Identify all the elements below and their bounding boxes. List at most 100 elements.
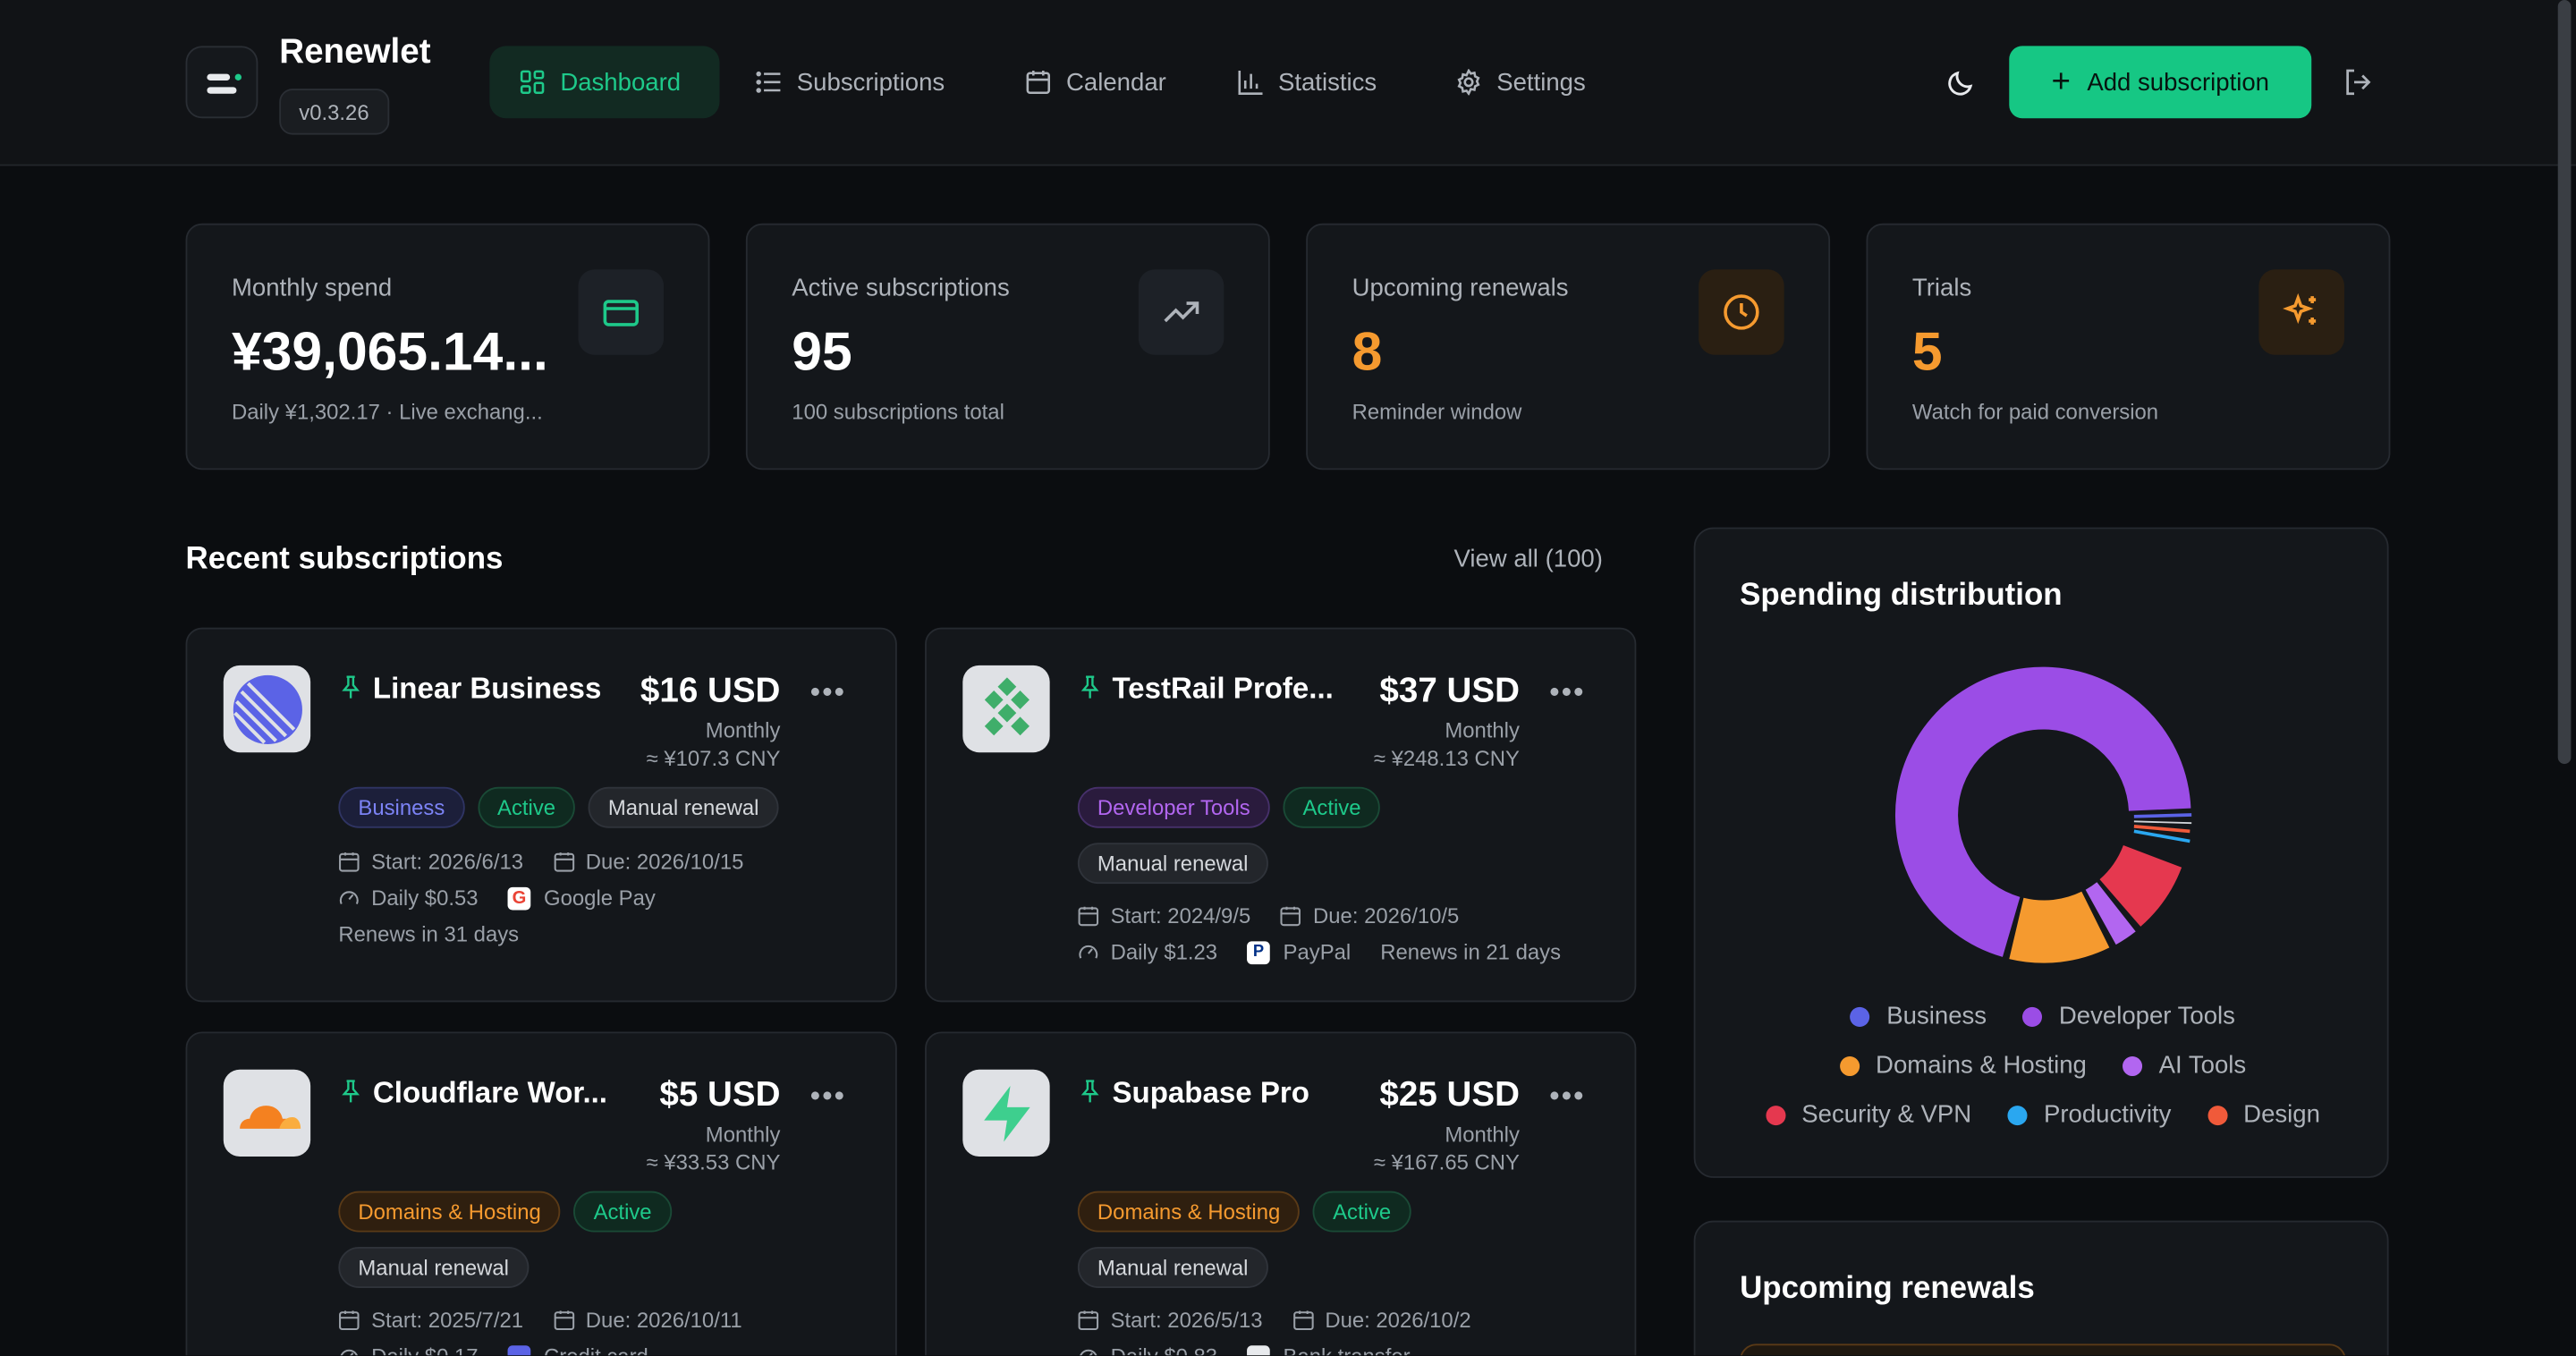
more-menu-icon[interactable]: ••• — [810, 1080, 846, 1114]
legend-row: Security & VPN Productivity Design — [1695, 1101, 2390, 1129]
nav-settings[interactable]: Settings — [1426, 46, 1615, 118]
legend-item-security-vpn[interactable]: Security & VPN — [1765, 1101, 1971, 1129]
pin-icon[interactable] — [340, 1080, 361, 1105]
cost-row: Daily $1.23 P PayPal Renews in 21 days — [1078, 939, 1562, 965]
category-tag[interactable]: Developer Tools — [1077, 786, 1270, 828]
subscription-name: Linear Business — [372, 672, 602, 705]
date-row: Start: 2024/9/5 Due: 2026/10/5 — [1078, 903, 1459, 928]
date-row: Start: 2026/5/13 Due: 2026/10/2 — [1078, 1308, 1471, 1333]
pin-icon[interactable] — [1080, 675, 1101, 700]
stat-subtext: Watch for paid conversion — [1911, 399, 2159, 424]
sparkles-icon — [2258, 269, 2344, 355]
legend-item-productivity[interactable]: Productivity — [2007, 1101, 2171, 1129]
subscription-card[interactable]: Cloudflare Wor... $5 USD Monthly ≈ ¥33.5… — [185, 1031, 897, 1356]
renewal-tag: Manual renewal — [338, 1247, 530, 1288]
nav-statistics[interactable]: Statistics — [1208, 46, 1406, 118]
add-subscription-button[interactable]: + Add subscription — [2009, 46, 2312, 119]
stat-monthly-spend: Monthly spend ¥39,065.14... Daily ¥1,302… — [185, 223, 710, 470]
gauge-icon — [1079, 945, 1098, 959]
pin-icon[interactable] — [340, 675, 361, 700]
start-date: Start: 2026/5/13 — [1110, 1308, 1263, 1333]
daily-cost: Daily $0.83 — [1111, 1343, 1217, 1355]
google-pay-icon: G — [507, 886, 531, 910]
status-tag: Active — [1313, 1191, 1411, 1233]
donut-chart — [1894, 666, 2192, 963]
pin-icon[interactable] — [1080, 1080, 1101, 1105]
category-tag[interactable]: Domains & Hosting — [1077, 1191, 1301, 1233]
payment-method: Bank transfer — [1284, 1343, 1411, 1355]
legend-item-domains-hosting[interactable]: Domains & Hosting — [1839, 1051, 2087, 1080]
stat-value: ¥39,065.14... — [231, 320, 548, 382]
cny-conversion: ≈ ¥107.3 CNY — [646, 745, 781, 771]
upcoming-renewals-title: Upcoming renewals — [1740, 1271, 2035, 1307]
legend-row: Domains & Hosting AI Tools — [1695, 1051, 2390, 1080]
more-menu-icon[interactable]: ••• — [1549, 675, 1585, 710]
plus-icon: + — [2051, 64, 2071, 101]
tag-list: Developer Tools Active Manual renewal — [1077, 786, 1421, 885]
subscription-card[interactable]: Linear Business $16 USD Monthly ≈ ¥107.3… — [185, 627, 897, 1003]
logout-icon[interactable] — [2341, 65, 2374, 98]
donut-slice-business[interactable] — [2133, 813, 2192, 818]
calendar-start-icon — [339, 1310, 360, 1331]
renewal-tag: Manual renewal — [1077, 1247, 1268, 1288]
start-date: Start: 2025/7/21 — [371, 1308, 524, 1333]
stat-value: 95 — [792, 320, 852, 382]
cost-row: Daily $0.17 Credit card — [338, 1343, 648, 1356]
stat-subtext: Daily ¥1,302.17 · Live exchang... — [231, 399, 543, 424]
stat-label: Trials — [1911, 274, 1972, 302]
status-tag: Active — [573, 1191, 672, 1233]
legend-item-business[interactable]: Business — [1850, 1002, 1987, 1030]
billing-cycle: Monthly — [1445, 1122, 1520, 1148]
category-tag[interactable]: Business — [338, 786, 465, 828]
stat-upcoming-renewals: Upcoming renewals 8 Reminder window — [1306, 223, 1831, 470]
cloudflare-logo-icon — [223, 1069, 311, 1157]
renews-in: Renews in 21 days — [1380, 939, 1562, 965]
credit-card-icon — [578, 269, 665, 355]
subscription-price: $37 USD — [1379, 672, 1520, 710]
nav-calendar[interactable]: Calendar — [996, 46, 1196, 118]
nav-dashboard[interactable]: Dashboard — [489, 46, 720, 119]
status-tag: Active — [1283, 786, 1381, 828]
renews-in: Renews in 31 days — [338, 921, 520, 946]
calendar-icon — [1026, 70, 1051, 95]
recent-subscriptions-title: Recent subscriptions — [185, 542, 504, 577]
supabase-logo-icon — [962, 1069, 1050, 1157]
legend-item-ai-tools[interactable]: AI Tools — [2123, 1051, 2246, 1080]
subscription-card[interactable]: Supabase Pro $25 USD Monthly ≈ ¥167.65 C… — [925, 1031, 1637, 1356]
billing-cycle: Monthly — [1445, 717, 1520, 743]
view-all-link[interactable]: View all (100) — [1453, 546, 1602, 573]
legend-item-design[interactable]: Design — [2207, 1101, 2320, 1129]
calendar-start-icon — [339, 852, 360, 872]
donut-slice-design[interactable] — [2133, 825, 2190, 834]
cny-conversion: ≈ ¥167.65 CNY — [1373, 1149, 1520, 1175]
upcoming-renewal-item[interactable] — [1740, 1343, 2346, 1356]
stat-value: 8 — [1352, 320, 1383, 382]
daily-cost: Daily $0.17 — [371, 1343, 478, 1355]
gauge-icon — [340, 1349, 358, 1356]
page-scrollbar[interactable] — [2557, 0, 2572, 765]
credit-card-icon — [507, 1344, 531, 1356]
moon-icon[interactable] — [1945, 65, 1979, 98]
donut-slice-productivity[interactable] — [2133, 829, 2190, 843]
stat-active-subscriptions: Active subscriptions 95 100 subscription… — [745, 223, 1270, 470]
stat-subtext: 100 subscriptions total — [792, 399, 1004, 424]
billing-cycle: Monthly — [705, 1122, 781, 1148]
legend-item-developer-tools[interactable]: Developer Tools — [2022, 1002, 2235, 1030]
gear-icon — [1457, 69, 1480, 96]
app-logo[interactable] — [185, 46, 258, 119]
nav-subscriptions[interactable]: Subscriptions — [726, 46, 974, 118]
more-menu-icon[interactable]: ••• — [1549, 1080, 1585, 1114]
due-date: Due: 2026/10/2 — [1325, 1308, 1471, 1333]
category-tag[interactable]: Domains & Hosting — [338, 1191, 561, 1233]
more-menu-icon[interactable]: ••• — [810, 675, 846, 710]
version-badge: v0.3.26 — [279, 89, 389, 135]
daily-cost: Daily $0.53 — [371, 885, 479, 911]
gauge-icon — [1080, 1349, 1097, 1356]
due-date: Due: 2026/10/11 — [585, 1308, 742, 1333]
payment-method: Credit card — [544, 1343, 648, 1355]
spending-distribution-title: Spending distribution — [1740, 578, 2063, 614]
paypal-icon: P — [1247, 940, 1270, 964]
subscription-card[interactable]: TestRail Profe... $37 USD Monthly ≈ ¥248… — [925, 627, 1637, 1003]
app-name: Renewlet — [279, 32, 431, 71]
calendar-due-icon — [553, 852, 574, 872]
